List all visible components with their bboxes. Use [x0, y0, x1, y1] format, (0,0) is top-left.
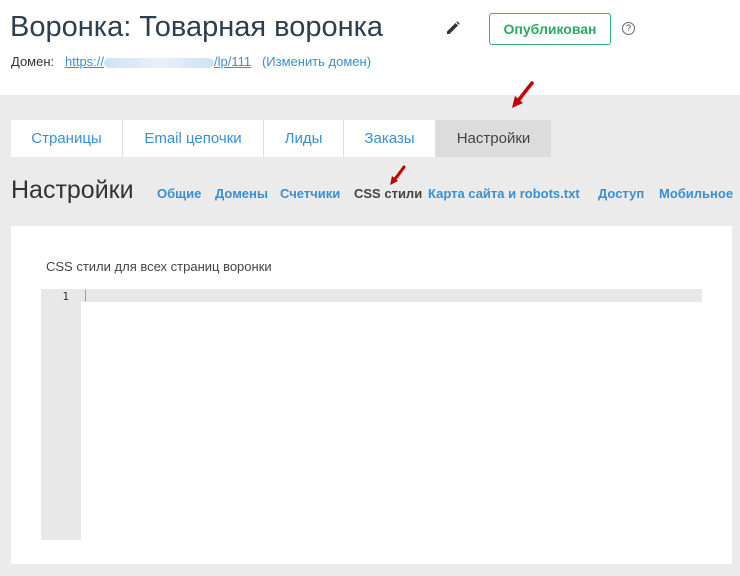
- tab-orders[interactable]: Заказы: [344, 120, 436, 157]
- text-cursor: [85, 290, 86, 301]
- settings-title: Настройки: [11, 176, 134, 204]
- subnav-counters[interactable]: Счетчики: [280, 186, 340, 201]
- subnav-domains[interactable]: Домены: [215, 186, 268, 201]
- pencil-icon[interactable]: [444, 20, 462, 38]
- tab-email-chains[interactable]: Email цепочки: [123, 120, 264, 157]
- page-header: Воронка: Товарная воронка Опубликован ? …: [0, 0, 740, 95]
- annotation-arrow-icon: [512, 81, 534, 108]
- blurred-domain: [104, 57, 215, 68]
- line-number: 1: [62, 290, 69, 303]
- tab-settings[interactable]: Настройки: [436, 120, 551, 157]
- main-content: Страницы Email цепочки Лиды Заказы Настр…: [0, 81, 740, 576]
- help-icon[interactable]: ?: [622, 22, 635, 35]
- domain-label: Домен:: [11, 54, 55, 69]
- publish-status-button[interactable]: Опубликован: [489, 13, 611, 45]
- subnav-general[interactable]: Общие: [157, 186, 201, 201]
- page-title: Воронка: Товарная воронка: [10, 11, 384, 43]
- css-editor-label: CSS стили для всех страниц воронки: [46, 259, 272, 274]
- subnav-access[interactable]: Доступ: [598, 186, 644, 201]
- domain-link[interactable]: https:///lp/111: [65, 54, 251, 69]
- active-line-highlight: [81, 289, 702, 302]
- css-code-editor[interactable]: 1: [41, 289, 702, 541]
- change-domain-link[interactable]: (Изменить домен): [262, 54, 371, 69]
- tab-pages[interactable]: Страницы: [11, 120, 123, 157]
- annotation-arrow-icon: [390, 165, 406, 185]
- css-settings-panel: CSS стили для всех страниц воронки 1: [11, 226, 732, 564]
- subnav-sitemap-robots[interactable]: Карта сайта и robots.txt: [428, 186, 580, 201]
- line-number-gutter: 1: [41, 289, 81, 540]
- tab-leads[interactable]: Лиды: [264, 120, 344, 157]
- domain-row: Домен: https:///lp/111 (Изменить домен): [11, 54, 371, 69]
- subnav-mobile[interactable]: Мобильное: [659, 186, 733, 201]
- funnel-tabs: Страницы Email цепочки Лиды Заказы Настр…: [11, 120, 551, 157]
